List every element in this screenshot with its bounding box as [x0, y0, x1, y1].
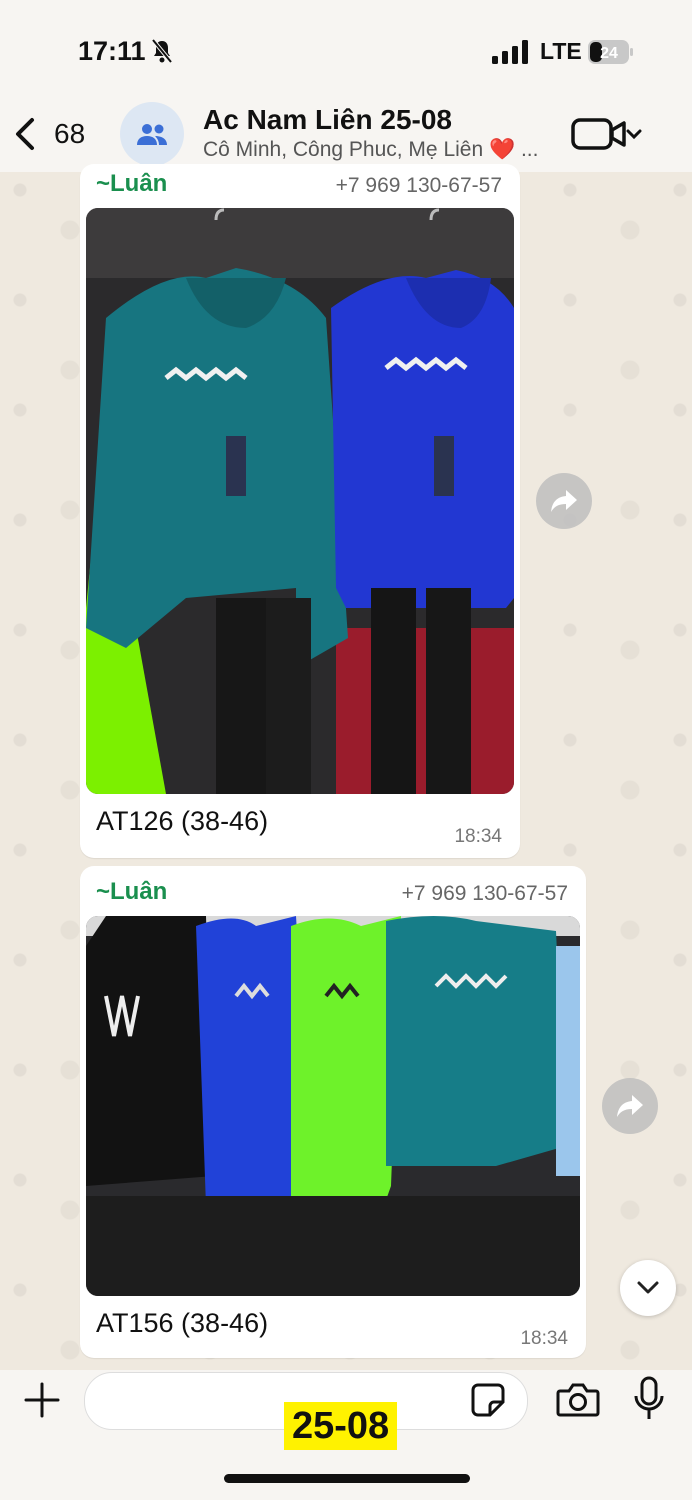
bell-muted-icon [151, 38, 173, 64]
sender-name[interactable]: ~Luân [96, 170, 167, 198]
status-time: 17:11 [78, 36, 146, 66]
chevron-down-icon [637, 1281, 659, 1294]
sticker-icon[interactable] [470, 1382, 506, 1418]
message-caption: AT156 (38-46) [96, 1308, 269, 1338]
chevron-left-icon [16, 118, 34, 150]
forward-button[interactable] [602, 1078, 658, 1134]
message-bubble[interactable]: ~Luân +7 969 130-67-57 AT156 (38-46) 18:… [80, 866, 586, 1358]
unread-count: 68 [54, 118, 86, 149]
photo-attachment[interactable] [86, 208, 514, 794]
message-bubble[interactable]: ~Luân +7 969 130-67-57 AT126 (38-46) 18:… [80, 164, 520, 858]
chat-header: 68 Ac Nam Liên 25-08 Cô Minh, Công Phuc,… [0, 100, 692, 172]
home-indicator [224, 1474, 470, 1483]
scroll-to-bottom-button[interactable] [620, 1260, 676, 1316]
chat-title[interactable]: Ac Nam Liên 25-08 [203, 104, 452, 136]
microphone-icon[interactable] [632, 1376, 666, 1422]
battery-icon: 24 [588, 40, 634, 64]
chat-members[interactable]: Cô Minh, Công Phuc, Mẹ Liên ❤️ ... [203, 138, 538, 162]
sender-phone: +7 969 130-67-57 [335, 174, 502, 197]
group-people-icon [137, 124, 167, 145]
forward-arrow-icon [551, 490, 577, 512]
sender-name[interactable]: ~Luân [96, 878, 167, 906]
camera-icon[interactable] [556, 1382, 600, 1418]
forward-button[interactable] [536, 473, 592, 529]
forward-arrow-icon [617, 1095, 643, 1117]
date-overlay-label: 25-08 [284, 1402, 398, 1450]
network-type: LTE [540, 38, 582, 64]
group-avatar[interactable] [120, 102, 184, 166]
video-call-icon[interactable] [570, 114, 644, 154]
photo-attachment[interactable] [86, 916, 580, 1296]
cellular-signal-icon [492, 40, 528, 64]
battery-level: 24 [600, 45, 618, 62]
plus-icon[interactable] [22, 1380, 62, 1420]
message-caption: AT126 (38-46) [96, 806, 269, 836]
status-bar: 17:11 LTE 24 [0, 0, 692, 100]
message-time: 18:34 [454, 826, 502, 847]
message-time: 18:34 [520, 1328, 568, 1349]
sender-phone: +7 969 130-67-57 [401, 882, 568, 905]
back-button[interactable]: 68 [12, 114, 102, 154]
